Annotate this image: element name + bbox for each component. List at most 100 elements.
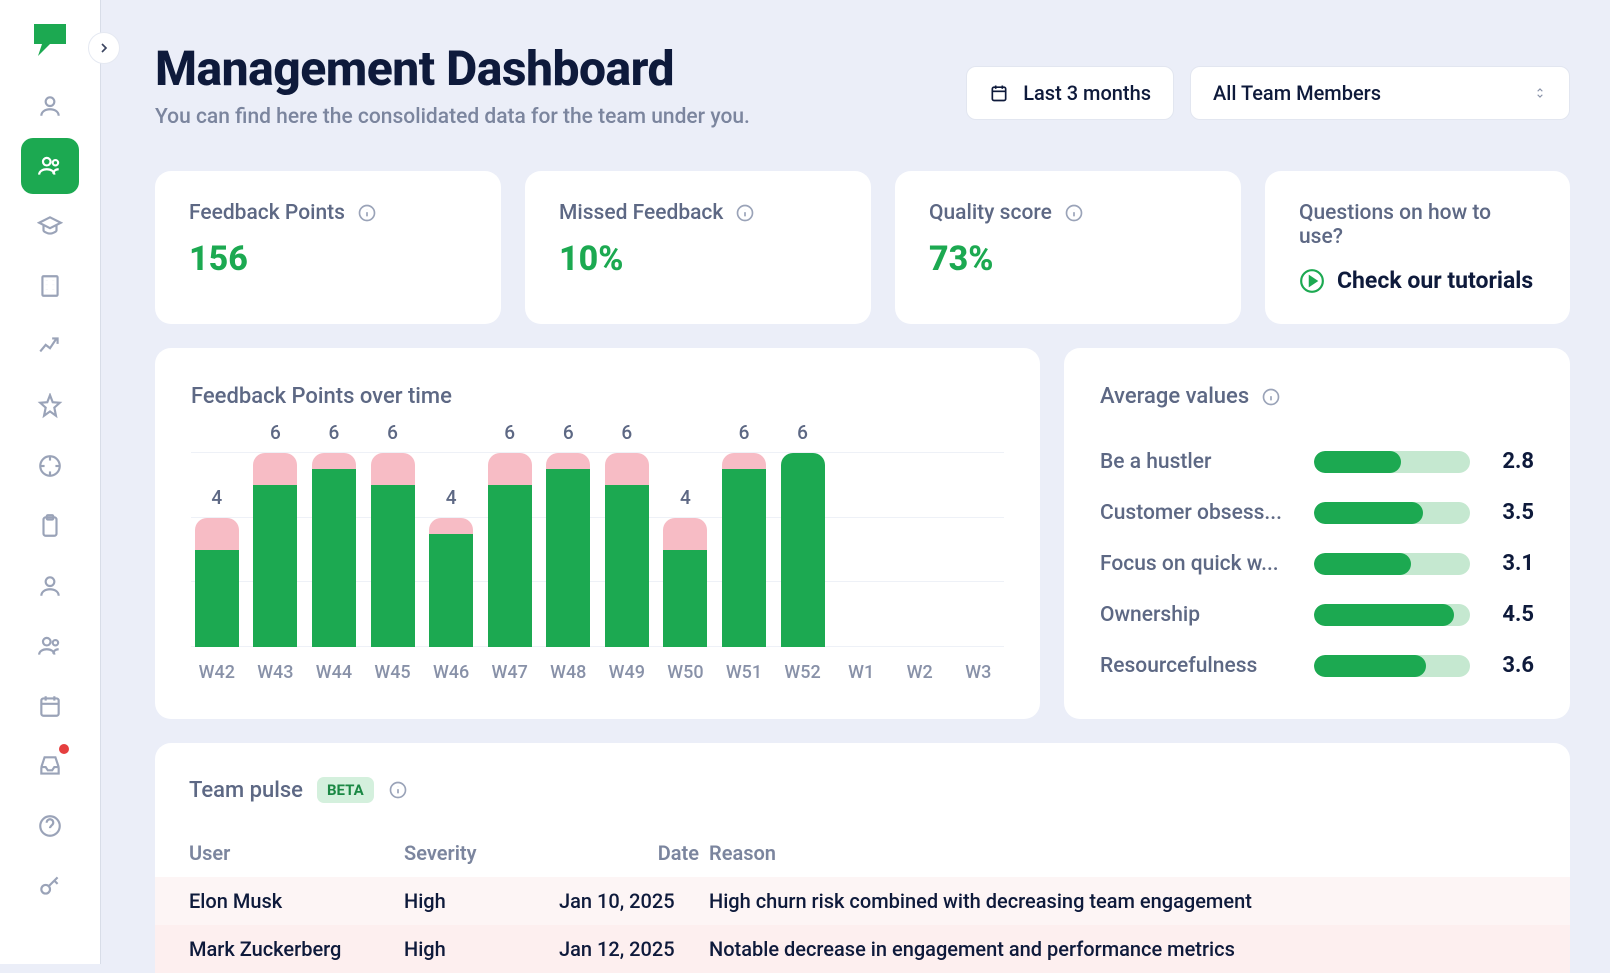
pulse-row[interactable]: Mark ZuckerbergHighJan 12, 2025Notable d… (155, 925, 1570, 973)
info-icon[interactable] (388, 780, 408, 800)
chart-bar: 6W48 (542, 453, 594, 647)
value-score: 3.5 (1494, 500, 1534, 525)
chart-bar: W2 (894, 453, 946, 647)
col-date-header: Date (559, 841, 709, 865)
value-row: Customer obsess... 3.5 (1100, 500, 1534, 525)
feedback-chart: 4W426W436W446W454W466W476W486W494W506W51… (191, 453, 1004, 683)
chart-bar: W1 (835, 453, 887, 647)
value-row: Focus on quick w...3.1 (1100, 551, 1534, 576)
tutorial-card: Questions on how to use? Check our tutor… (1265, 171, 1570, 324)
sidebar-item-team[interactable] (21, 138, 79, 194)
pulse-title: Team pulse (189, 778, 303, 803)
stat-card-feedback-points: Feedback Points 156 (155, 171, 501, 324)
pulse-table-header: User Severity Date Reason (155, 829, 1570, 877)
cell-user: Mark Zuckerberg (189, 937, 404, 961)
cell-reason: High churn risk combined with decreasing… (709, 889, 1536, 913)
chart-bar: 6W49 (601, 453, 653, 647)
sidebar-item-education[interactable] (21, 198, 79, 254)
tutorial-link[interactable]: Check our tutorials (1299, 267, 1536, 294)
chart-title: Feedback Points over time (191, 384, 1004, 409)
chart-bar: 4W42 (191, 453, 243, 647)
chart-bar: 6W47 (484, 453, 536, 647)
value-bar (1314, 553, 1470, 575)
pulse-table: User Severity Date Reason Elon MuskHighJ… (155, 829, 1570, 973)
average-values-card: Average values Be a hustler 2.8 Customer o… (1064, 348, 1570, 719)
team-filter-label: All Team Members (1213, 81, 1381, 105)
pulse-row[interactable]: Elon MuskHighJan 10, 2025High churn risk… (155, 877, 1570, 925)
sidebar-item-people[interactable] (21, 618, 79, 674)
info-icon[interactable] (357, 203, 377, 223)
chart-bar: 4W46 (425, 453, 477, 647)
sidebar-item-key[interactable] (21, 858, 79, 914)
tutorial-question: Questions on how to use? (1299, 201, 1536, 249)
value-bar (1314, 451, 1470, 473)
value-bar (1314, 655, 1470, 677)
stat-card-quality-score: Quality score 73% (895, 171, 1241, 324)
stat-value: 10% (559, 239, 837, 279)
app-logo (26, 16, 74, 64)
date-filter-label: Last 3 months (1023, 81, 1151, 105)
stat-card-missed-feedback: Missed Feedback 10% (525, 171, 871, 324)
stat-value: 156 (189, 239, 467, 279)
info-icon[interactable] (1261, 387, 1281, 407)
cell-severity: High (404, 937, 559, 961)
value-bar (1314, 502, 1470, 524)
expand-sidebar-button[interactable] (88, 32, 120, 64)
info-icon[interactable] (1064, 203, 1084, 223)
page-subtitle: You can find here the consolidated data … (155, 105, 750, 129)
sidebar-item-building[interactable] (21, 258, 79, 314)
sidebar-item-trends[interactable] (21, 318, 79, 374)
team-filter-dropdown[interactable]: All Team Members (1190, 66, 1570, 120)
page-title: Management Dashboard (155, 40, 750, 97)
sidebar-item-favorites[interactable] (21, 378, 79, 434)
col-user-header: User (189, 841, 404, 865)
cell-user: Elon Musk (189, 889, 404, 913)
chart-bar: 6W45 (367, 453, 419, 647)
stat-label: Quality score (929, 201, 1052, 225)
stat-label: Missed Feedback (559, 201, 723, 225)
cell-date: Jan 10, 2025 (559, 889, 709, 913)
sidebar-item-user[interactable] (21, 558, 79, 614)
sidebar-item-target[interactable] (21, 438, 79, 494)
averages-title: Average values (1100, 384, 1249, 409)
date-filter-dropdown[interactable]: Last 3 months (966, 66, 1174, 120)
beta-badge: BETA (317, 777, 374, 803)
info-icon[interactable] (735, 203, 755, 223)
chart-bar: 6W52 (777, 453, 829, 647)
value-score: 4.5 (1494, 602, 1534, 627)
value-score: 3.1 (1494, 551, 1534, 576)
stats-row: Feedback Points 156 Missed Feedback 10% … (155, 171, 1570, 324)
chart-bar: 6W51 (718, 453, 770, 647)
col-severity-header: Severity (404, 841, 559, 865)
value-name: Resourcefulness (1100, 654, 1290, 678)
play-icon (1299, 268, 1325, 294)
value-row: Be a hustler 2.8 (1100, 449, 1534, 474)
stat-value: 73% (929, 239, 1207, 279)
value-bar (1314, 604, 1470, 626)
cell-date: Jan 12, 2025 (559, 937, 709, 961)
sidebar-item-clipboard[interactable] (21, 498, 79, 554)
value-name: Ownership (1100, 603, 1290, 627)
sidebar-item-help[interactable] (21, 798, 79, 854)
chart-bar: 4W50 (660, 453, 712, 647)
header: Management Dashboard You can find here t… (155, 40, 1570, 129)
chart-card: Feedback Points over time 4W426W436W446W… (155, 348, 1040, 719)
chart-bar: 6W43 (250, 453, 302, 647)
tutorial-link-label: Check our tutorials (1337, 267, 1533, 294)
value-score: 3.6 (1494, 653, 1534, 678)
value-name: Be a hustler (1100, 450, 1290, 474)
value-row: Ownership 4.5 (1100, 602, 1534, 627)
chevron-updown-icon (1533, 85, 1547, 101)
cell-severity: High (404, 889, 559, 913)
value-name: Customer obsess... (1100, 501, 1290, 525)
value-row: Resourcefulness 3.6 (1100, 653, 1534, 678)
sidebar (0, 0, 100, 964)
chart-bar: W3 (953, 453, 1005, 647)
sidebar-item-inbox[interactable] (21, 738, 79, 794)
sidebar-item-calendar[interactable] (21, 678, 79, 734)
col-reason-header: Reason (709, 841, 1536, 865)
value-score: 2.8 (1494, 449, 1534, 474)
chart-bar: 6W44 (308, 453, 360, 647)
sidebar-item-profile[interactable] (21, 78, 79, 134)
main-content: Management Dashboard You can find here t… (155, 0, 1610, 973)
